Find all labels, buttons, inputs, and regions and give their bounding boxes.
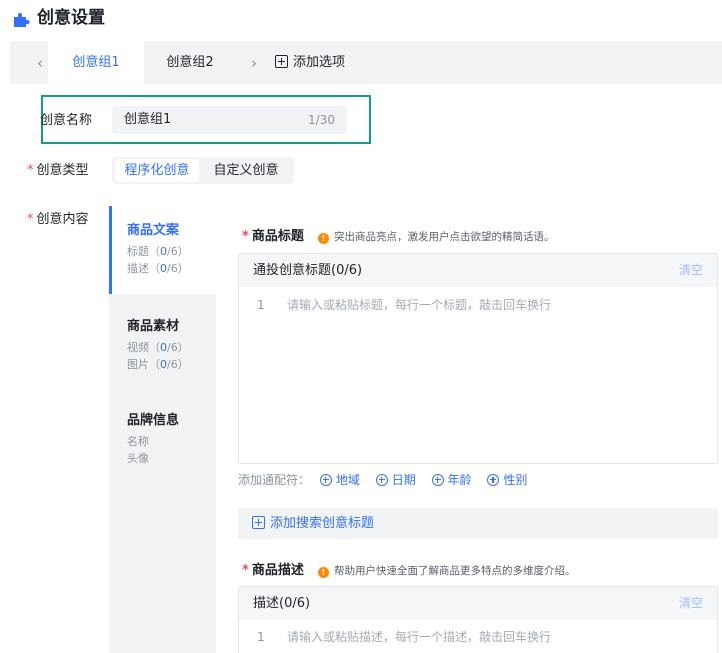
creative-type-segmented: 程序化创意 自定义创意 [112,157,294,184]
editor-header: 通投创意标题(0/6) 清空 [239,254,717,287]
creative-name-input[interactable]: 创意组1 1/30 [112,106,347,134]
bulb-icon: ! [317,233,329,244]
creative-content-label: * 创意内容 [27,210,89,230]
title-editor[interactable]: 通投创意标题(0/6) 清空 1 请输入或粘贴标题，每行一个标题，敲击回车换行 [238,253,718,464]
section-label: * 商品描述 [242,563,304,578]
category-sub-name: 名称 [127,435,149,448]
category-title: 品牌信息 [127,413,180,428]
desc-textarea-placeholder[interactable]: 请输入或粘贴描述，每行一个描述，敲击回车换行 [287,628,551,646]
category-sub-avatar: 头像 [127,452,149,465]
plus-circle-icon [431,474,444,486]
category-product-copy[interactable]: 商品文案 标题（0/6） 描述（0/6） [127,222,189,277]
section-hint: ! 帮助用户快速全面了解商品更多特点的多维度介绍。 [317,565,575,578]
bulb-icon: ! [317,567,329,578]
wildcard-label: 添加通配符： [238,473,311,487]
product-desc-heading: * 商品描述 ! 帮助用户快速全面了解商品更多特点的多维度介绍。 [242,562,575,580]
clear-button[interactable]: 清空 [679,254,703,287]
tab-creative-group-2[interactable]: 创意组2 [150,41,230,84]
wildcard-region-button[interactable]: 地域 [319,473,360,487]
add-option-label: 添加选项 [293,55,346,70]
add-option-button[interactable]: 添加选项 [275,41,345,84]
plus-circle-icon [375,474,388,486]
plus-circle-icon [319,474,332,486]
required-mark: * [27,163,34,178]
add-search-title-label: 添加搜索创意标题 [270,516,375,531]
desc-editor[interactable]: 描述(0/6) 清空 1 请输入或粘贴描述，每行一个描述，敲击回车换行 [238,586,718,653]
category-brand-info[interactable]: 品牌信息 名称 头像 [127,412,179,467]
creative-type-label: * 创意类型 [27,161,89,181]
required-mark: * [27,212,34,227]
plus-square-icon [252,516,265,529]
wildcard-row: 添加通配符： 地域 日期 年龄 性别 [238,471,527,489]
wildcard-age-button[interactable]: 年龄 [431,473,472,487]
wildcard-date-button[interactable]: 日期 [375,473,416,487]
puzzle-icon [14,13,30,27]
category-sub-title: 标题（0/6） [127,245,189,258]
add-search-title-button[interactable]: 添加搜索创意标题 [238,508,718,539]
section-label: * 商品标题 [242,229,304,244]
plus-square-icon [275,55,288,68]
creative-type-label-text: 创意类型 [36,163,89,178]
category-title: 商品文案 [127,223,180,238]
tab-creative-group-1[interactable]: 创意组1 [48,41,144,84]
creative-content-label-text: 创意内容 [36,212,89,227]
clear-button[interactable]: 清空 [679,587,703,620]
category-title: 商品素材 [127,319,180,334]
title-textarea-placeholder[interactable]: 请输入或粘贴标题，每行一个标题，敲击回车换行 [287,296,551,314]
wildcard-gender-button[interactable]: 性别 [487,473,527,487]
creative-name-value: 创意组1 [124,112,172,127]
category-sub-desc: 描述（0/6） [127,262,189,275]
category-sub-video: 视频（0/6） [127,341,189,354]
type-option-custom[interactable]: 自定义创意 [204,159,288,182]
category-product-material[interactable]: 商品素材 视频（0/6） 图片（0/6） [127,318,189,373]
category-sub-image: 图片（0/6） [127,358,189,371]
line-number: 1 [257,630,265,644]
plus-circle-icon [487,474,500,486]
section-hint: ! 突出商品亮点，激发用户点击欲望的精简话语。 [317,231,554,244]
chevron-left-icon[interactable]: ‹ [30,53,50,73]
editor-title: 描述(0/6) [253,596,311,611]
creative-name-label: 创意名称 [40,113,93,128]
type-option-programmatic[interactable]: 程序化创意 [115,159,199,182]
product-title-heading: * 商品标题 ! 突出商品亮点，激发用户点击欲望的精简话语。 [242,228,554,246]
line-number: 1 [257,298,265,312]
editor-header: 描述(0/6) 清空 [239,587,717,620]
page-title: 创意设置 [37,8,105,28]
tabs-bar: ‹ 创意组1 创意组2 › 添加选项 [10,41,722,84]
creative-name-counter: 1/30 [308,113,335,127]
chevron-right-icon[interactable]: › [244,53,264,73]
editor-title: 通投创意标题(0/6) [253,263,363,278]
